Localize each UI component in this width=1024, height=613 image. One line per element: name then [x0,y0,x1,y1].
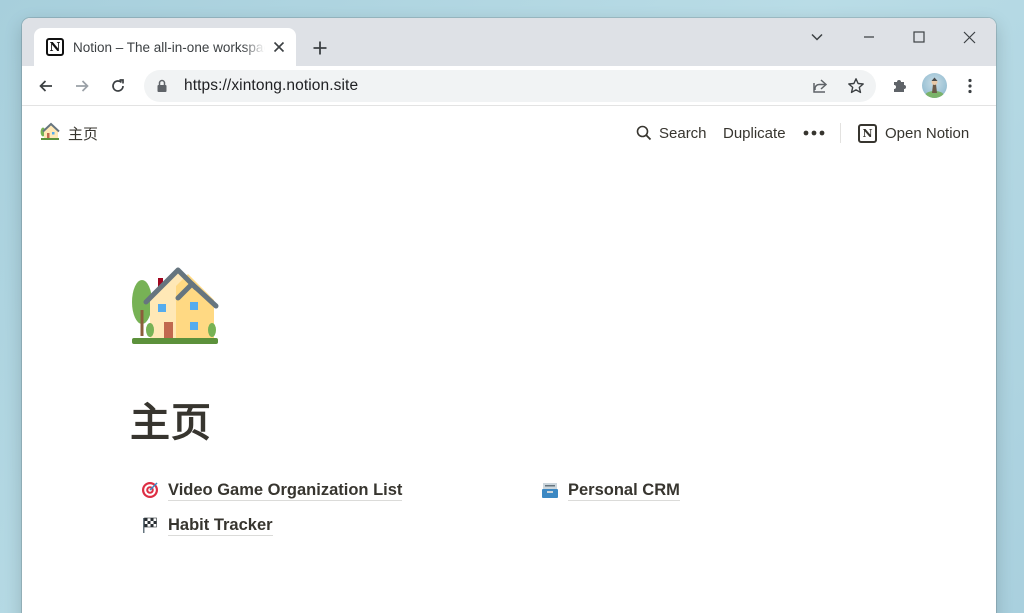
forward-arrow-icon[interactable] [68,72,96,100]
topbar-divider [840,123,841,143]
reload-icon[interactable] [104,72,132,100]
open-notion-button[interactable]: N Open Notion [858,121,969,145]
close-tab-icon[interactable] [271,37,286,57]
search-icon [636,125,652,141]
browser-toolbar: https://xintong.notion.site [22,66,996,106]
tab-notion[interactable]: N Notion – The all-in-one workspace [34,28,296,66]
open-notion-label: Open Notion [885,124,970,142]
url-text[interactable]: https://xintong.notion.site [184,77,358,95]
browser-window: N Notion – The all-in-one workspace http… [22,18,996,613]
tab-title: Notion – The all-in-one workspace [73,39,265,55]
tab-strip: N Notion – The all-in-one workspace [22,18,996,66]
search-button[interactable]: Search [636,121,707,145]
checkered-flag-icon [140,515,160,535]
more-options-button[interactable] [803,121,825,145]
target-icon [140,480,160,500]
link-habit-tracker[interactable]: Habit Tracker [140,512,273,538]
address-bar[interactable]: https://xintong.notion.site [144,70,876,102]
breadcrumb[interactable]: 主页 [40,121,98,145]
link-label: Habit Tracker [168,515,273,536]
breadcrumb-label: 主页 [68,124,99,143]
duplicate-button[interactable]: Duplicate [723,121,786,145]
profile-avatar[interactable] [922,73,947,98]
extensions-puzzle-icon[interactable] [886,72,914,100]
duplicate-label: Duplicate [723,124,786,142]
link-video-game-organization-list[interactable]: Video Game Organization List [140,477,403,503]
tab-search-chevron-down-icon[interactable] [802,24,832,50]
link-label: Video Game Organization List [168,480,403,501]
page-title: 主页 [130,400,212,446]
minimize-icon[interactable] [854,24,884,50]
card-index-icon [540,480,560,500]
link-label: Personal CRM [568,480,680,501]
notion-logo-icon: N [858,123,877,143]
search-label: Search [659,124,707,142]
maximize-icon[interactable] [904,24,934,50]
house-icon [40,122,60,145]
close-window-icon[interactable] [954,24,984,50]
bookmark-star-icon[interactable] [842,72,870,100]
share-icon[interactable] [806,72,834,100]
notion-favicon-icon: N [46,38,64,56]
more-dots-icon [803,130,825,136]
browser-menu-icon[interactable] [956,72,984,100]
page-house-icon[interactable] [130,266,220,350]
new-tab-button[interactable] [306,34,334,62]
notion-topbar: 主页 Search Duplicate N Open Notion [22,107,996,159]
lock-icon[interactable] [156,79,170,93]
back-arrow-icon[interactable] [32,72,60,100]
link-personal-crm[interactable]: Personal CRM [540,477,680,503]
